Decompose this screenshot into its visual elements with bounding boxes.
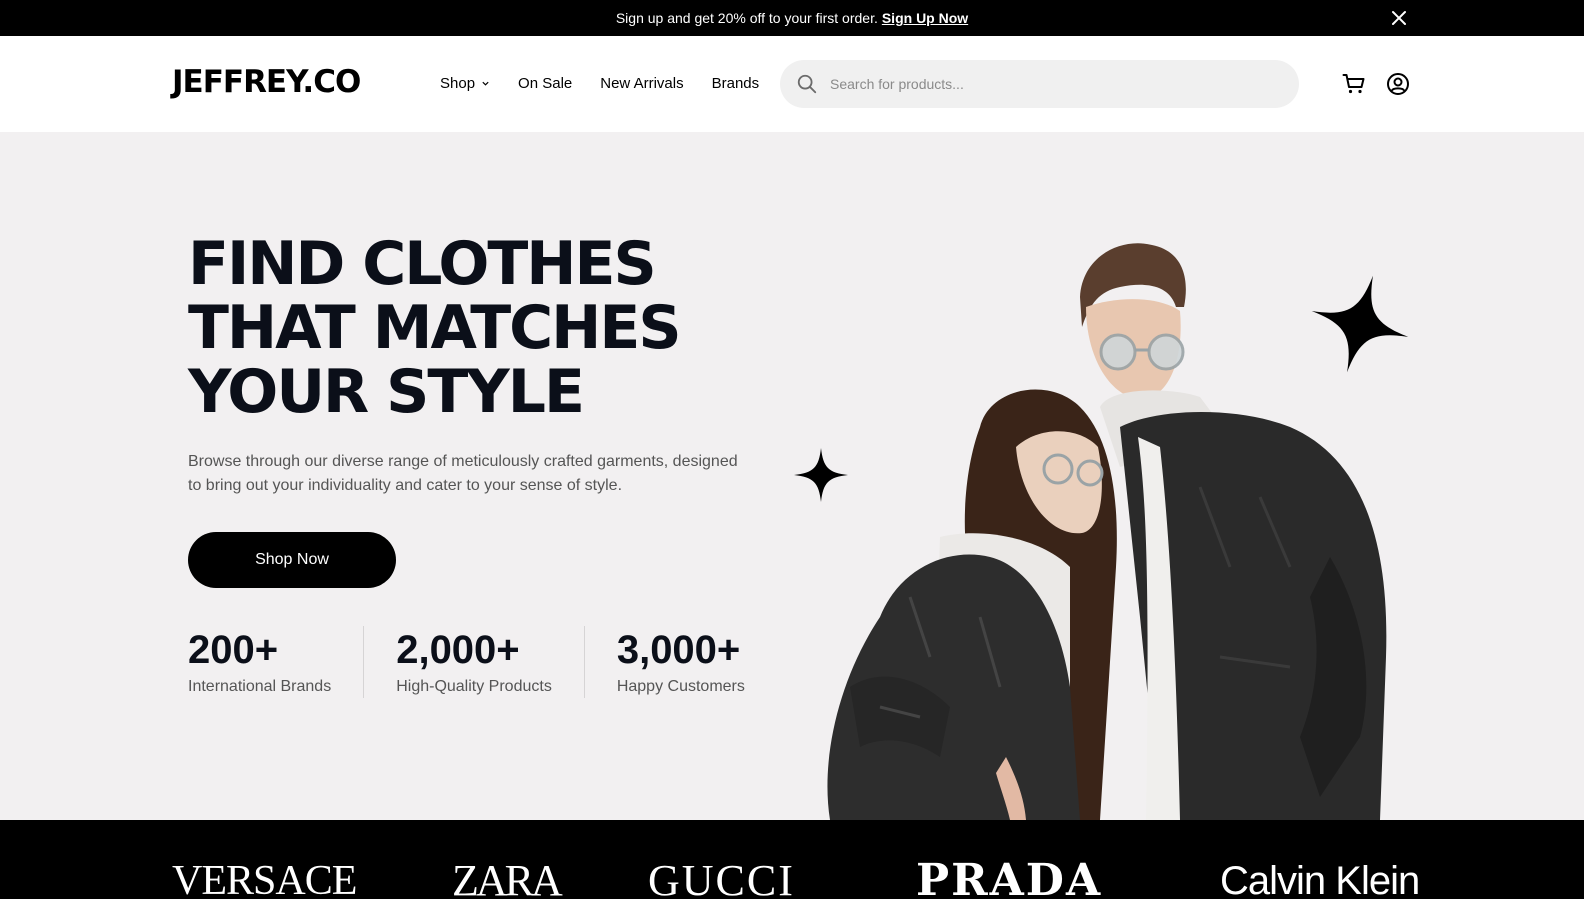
headline-line-1: FIND CLOTHES bbox=[188, 229, 657, 299]
search-input[interactable] bbox=[830, 76, 1270, 92]
search-icon bbox=[797, 74, 817, 94]
hero-image bbox=[827, 243, 1387, 820]
nav-new-arrivals[interactable]: New Arrivals bbox=[600, 75, 683, 92]
chevron-down-icon bbox=[482, 81, 489, 86]
cart-icon[interactable] bbox=[1342, 72, 1366, 96]
brand-logo-zara: ZARA bbox=[452, 856, 563, 899]
sign-up-link[interactable]: Sign Up Now bbox=[882, 10, 968, 26]
stat-label: Happy Customers bbox=[616, 678, 745, 695]
promo-bar: Sign up and get 20% off to your first or… bbox=[0, 0, 1584, 36]
shop-now-button[interactable]: Shop Now bbox=[188, 532, 396, 588]
nav-shop-label: Shop bbox=[440, 75, 476, 92]
brand-logo-versace: VERSACE bbox=[172, 858, 357, 899]
nav-shop[interactable]: Shop bbox=[440, 75, 490, 92]
search-bar bbox=[780, 60, 1299, 108]
stat-value: 3,000+ bbox=[616, 628, 741, 672]
stat-label: High-Quality Products bbox=[396, 678, 552, 695]
account-icon[interactable] bbox=[1386, 72, 1410, 96]
stat-products: 2,000+ High-Quality Products bbox=[396, 626, 585, 698]
brand-logo-prada: PRADA bbox=[916, 855, 1103, 899]
hero-subtext: Browse through our diverse range of meti… bbox=[188, 453, 738, 494]
stat-brands: 200+ International Brands bbox=[188, 626, 365, 698]
hero-headline: FIND CLOTHES THAT MATCHES YOUR STYLE bbox=[188, 232, 808, 424]
stat-value: 2,000+ bbox=[396, 628, 520, 672]
site-header: JEFFREY.CO Shop On Sale New Arrivals Bra… bbox=[0, 36, 1584, 132]
model-woman bbox=[827, 389, 1117, 820]
stat-label: International Brands bbox=[188, 678, 332, 695]
promo-text: Sign up and get 20% off to your first or… bbox=[615, 10, 878, 26]
stat-value: 200+ bbox=[188, 628, 279, 672]
brand-logo-gucci: GUCCI bbox=[648, 856, 795, 899]
nav-brands[interactable]: Brands bbox=[712, 75, 760, 92]
stats-row: 200+ International Brands 2,000+ High-Qu… bbox=[188, 626, 777, 698]
nav-on-sale[interactable]: On Sale bbox=[518, 75, 572, 92]
brand-logo-calvin-klein: Calvin Klein bbox=[1220, 859, 1420, 899]
site-logo[interactable]: JEFFREY.CO bbox=[172, 64, 361, 100]
hero-section: FIND CLOTHES THAT MATCHES YOUR STYLE Bro… bbox=[0, 132, 1584, 820]
close-icon[interactable] bbox=[1390, 9, 1408, 27]
stat-customers: 3,000+ Happy Customers bbox=[617, 626, 777, 698]
brands-bar: VERSACE ZARA GUCCI PRADA Calvin Klein bbox=[0, 820, 1584, 899]
model-man bbox=[1080, 243, 1387, 820]
main-nav: Shop On Sale New Arrivals Brands bbox=[440, 75, 787, 92]
headline-line-3: YOUR STYLE bbox=[188, 357, 585, 427]
headline-line-2: THAT MATCHES bbox=[188, 293, 682, 363]
